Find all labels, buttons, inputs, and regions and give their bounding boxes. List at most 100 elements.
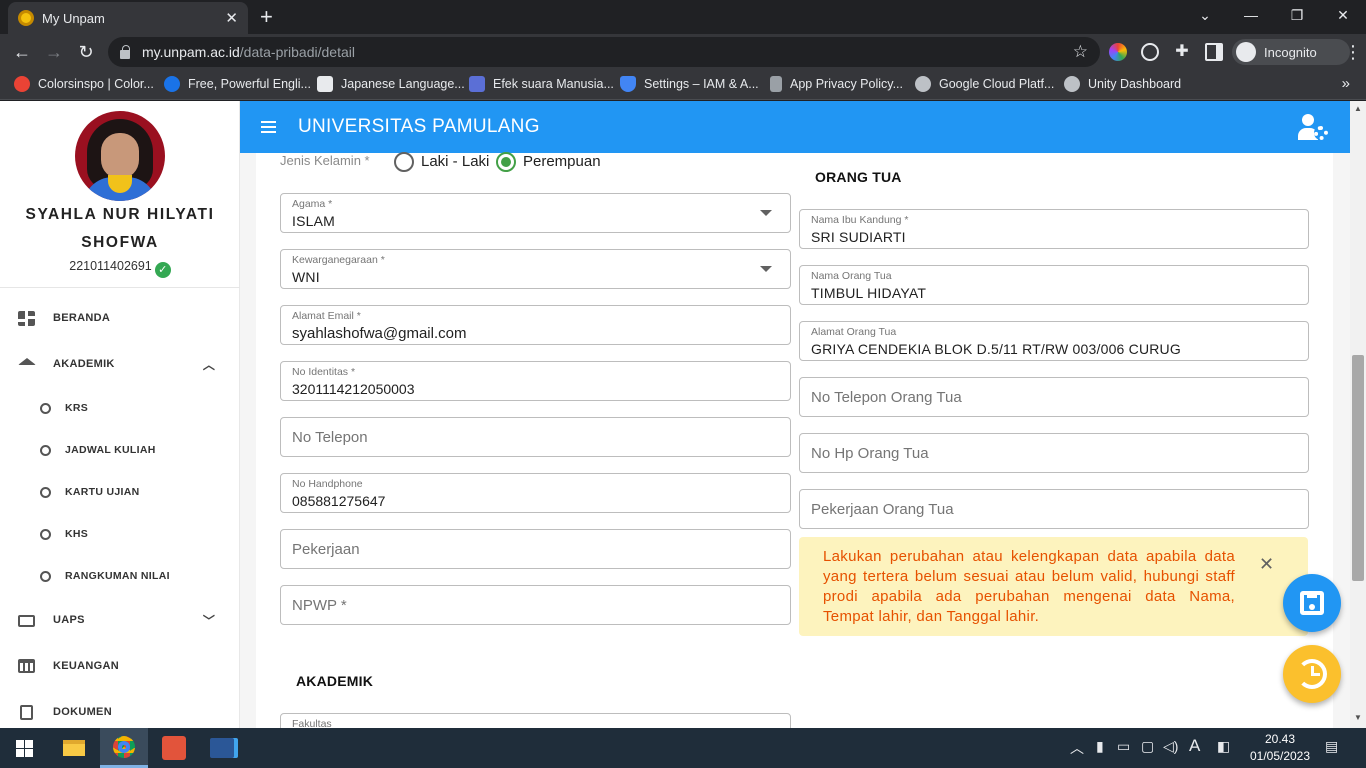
side-panel-icon[interactable]	[1205, 43, 1223, 61]
dropdown-arrow-icon[interactable]	[760, 266, 772, 272]
bookmark-star-icon[interactable]: ☆	[1073, 42, 1088, 62]
sidebar-item-akademik[interactable]: AKADEMIK ︿	[0, 349, 240, 379]
gender-radio-laki[interactable]	[394, 152, 414, 172]
document-icon	[20, 704, 33, 720]
no-identitas-field[interactable]: No Identitas * 3201114212050003	[280, 361, 791, 401]
meet-now-icon[interactable]: ◧	[1217, 738, 1230, 755]
bookmark-efek-suara[interactable]: Efek suara Manusia...	[469, 76, 614, 92]
browser-menu-icon[interactable]: ⋮	[1344, 42, 1362, 63]
verified-check-icon: ✓	[154, 262, 171, 278]
lock-icon[interactable]	[120, 44, 130, 59]
sidebar-subitem-khs[interactable]: KHS	[0, 520, 240, 550]
telepon-orang-tua-field[interactable]: No Telepon Orang Tua	[799, 377, 1309, 417]
windows-logo-icon	[15, 739, 33, 757]
scroll-up-icon[interactable]: ▲	[1354, 104, 1362, 113]
dropdown-arrow-icon[interactable]	[760, 210, 772, 216]
bookmark-favicon-icon	[1064, 76, 1080, 92]
scroll-down-icon[interactable]: ▼	[1354, 713, 1362, 722]
sidebar-subitem-rangkuman-nilai[interactable]: RANGKUMAN NILAI	[0, 562, 240, 592]
pekerjaan-field[interactable]: Pekerjaan	[280, 529, 791, 569]
hamburger-menu-icon[interactable]	[261, 121, 276, 133]
sidebar-item-keuangan[interactable]: KEUANGAN	[0, 651, 240, 681]
sidebar-subitem-krs[interactable]: KRS	[0, 394, 240, 424]
start-button[interactable]	[0, 728, 48, 768]
bookmarks-overflow-icon[interactable]: »	[1342, 75, 1350, 92]
bookmark-label: Unity Dashboard	[1088, 77, 1182, 91]
url-path: /data-pribadi/detail	[239, 44, 355, 60]
bookmark-colorsinspo[interactable]: Colorsinspo | Color...	[14, 76, 154, 92]
extension-icon[interactable]	[1141, 43, 1159, 61]
sidebar-item-label: KEUANGAN	[53, 660, 119, 672]
incognito-badge[interactable]: Incognito	[1232, 39, 1350, 65]
sidebar-item-uaps[interactable]: UAPS ﹀	[0, 605, 240, 635]
alamat-orang-tua-field[interactable]: Alamat Orang Tua GRIYA CENDEKIA BLOK D.5…	[799, 321, 1309, 361]
bookmark-favicon-icon	[770, 76, 782, 92]
bookmark-japanese[interactable]: Japanese Language...	[317, 76, 465, 92]
page-scrollbar[interactable]: ▲ ▼	[1350, 101, 1366, 728]
puzzle-extensions-icon[interactable]: ✚	[1173, 43, 1191, 61]
bookmark-favicon-icon	[915, 76, 931, 92]
taskbar-chrome[interactable]	[100, 728, 148, 768]
sidebar-item-beranda[interactable]: BERANDA	[0, 303, 240, 333]
bookmark-label: Colorsinspo | Color...	[38, 77, 154, 91]
bookmark-iam-settings[interactable]: Settings – IAM & A...	[620, 76, 759, 92]
taskbar-clock[interactable]: 20.43 01/05/2023	[1244, 731, 1316, 765]
kewarganegaraan-select[interactable]: Kewarganegaraan * WNI	[280, 249, 791, 289]
taskbar-file-explorer[interactable]	[50, 728, 98, 768]
field-label: Nama Orang Tua	[811, 270, 892, 282]
no-handphone-field[interactable]: No Handphone 085881275647	[280, 473, 791, 513]
bookmark-privacy-policy[interactable]: App Privacy Policy...	[770, 76, 903, 92]
chevron-up-icon[interactable]: ︿	[201, 356, 217, 373]
gender-radio-perempuan[interactable]	[496, 152, 516, 172]
chevron-down-icon[interactable]: ﹀	[201, 612, 217, 629]
tab-search-icon[interactable]: ⌄	[1182, 0, 1228, 30]
volume-icon[interactable]: ◁)	[1163, 738, 1178, 755]
notifications-icon[interactable]: ▤	[1325, 738, 1338, 755]
agama-select[interactable]: Agama * ISLAM	[280, 193, 791, 233]
sidebar-subitem-kartu-ujian[interactable]: KARTU UJIAN	[0, 478, 240, 508]
save-button[interactable]	[1283, 574, 1341, 632]
nama-orang-tua-field[interactable]: Nama Orang Tua TIMBUL HIDAYAT	[799, 265, 1309, 305]
user-settings-icon[interactable]	[1298, 114, 1328, 142]
back-icon[interactable]: ←	[10, 40, 34, 64]
battery-icon[interactable]: ▭	[1117, 738, 1130, 755]
color-picker-extension-icon[interactable]	[1109, 43, 1127, 61]
bookmark-google-cloud[interactable]: Google Cloud Platf...	[915, 76, 1054, 92]
browser-tab[interactable]: My Unpam ✕	[8, 2, 248, 34]
minimize-button[interactable]: —	[1228, 0, 1274, 30]
reload-icon[interactable]: ↻	[74, 40, 98, 64]
address-bar[interactable]: my.unpam.ac.id/data-pribadi/detail ☆	[108, 37, 1100, 67]
close-window-button[interactable]: ✕	[1320, 0, 1366, 30]
new-tab-button[interactable]: +	[260, 4, 273, 30]
history-button[interactable]	[1283, 645, 1341, 703]
email-field[interactable]: Alamat Email * syahlashofwa@gmail.com	[280, 305, 791, 345]
tray-overflow-icon[interactable]: ︿	[1070, 738, 1084, 758]
input-method-icon[interactable]: A	[1189, 736, 1200, 756]
taskbar-word[interactable]	[198, 728, 246, 768]
hp-orang-tua-field[interactable]: No Hp Orang Tua	[799, 433, 1309, 473]
sidebar-item-dokumen[interactable]: DOKUMEN	[0, 697, 240, 727]
taskbar-app-orange[interactable]	[150, 728, 198, 768]
bookmark-unity[interactable]: Unity Dashboard	[1064, 76, 1181, 92]
browser-toolbar: ← → ↻ my.unpam.ac.id/data-pribadi/detail…	[0, 34, 1366, 70]
gender-option-perempuan[interactable]: Perempuan	[523, 153, 601, 170]
nim-value: 221011402691	[69, 259, 152, 273]
alert-close-icon[interactable]: ✕	[1259, 554, 1274, 575]
pekerjaan-orang-tua-field[interactable]: Pekerjaan Orang Tua	[799, 489, 1309, 529]
network-icon[interactable]: ▢	[1141, 738, 1154, 755]
gender-option-laki[interactable]: Laki - Laki	[421, 153, 489, 170]
npwp-field[interactable]: NPWP *	[280, 585, 791, 625]
nama-ibu-kandung-field[interactable]: Nama Ibu Kandung * SRI SUDIARTI	[799, 209, 1309, 249]
fakultas-field[interactable]: Fakultas	[280, 713, 791, 728]
tab-close-icon[interactable]: ✕	[225, 9, 238, 27]
sidebar-subitem-jadwal-kuliah[interactable]: JADWAL KULIAH	[0, 436, 240, 466]
scrollbar-thumb[interactable]	[1352, 355, 1364, 581]
microphone-icon[interactable]: ▮	[1096, 738, 1104, 755]
bookmark-english[interactable]: Free, Powerful Engli...	[164, 76, 311, 92]
bank-icon	[18, 659, 35, 673]
restore-button[interactable]: ❐	[1274, 0, 1320, 30]
no-telepon-field[interactable]: No Telepon	[280, 417, 791, 457]
forward-icon[interactable]: →	[42, 40, 66, 64]
akademik-heading: AKADEMIK	[296, 673, 374, 689]
field-value: syahlashofwa@gmail.com	[292, 325, 467, 342]
